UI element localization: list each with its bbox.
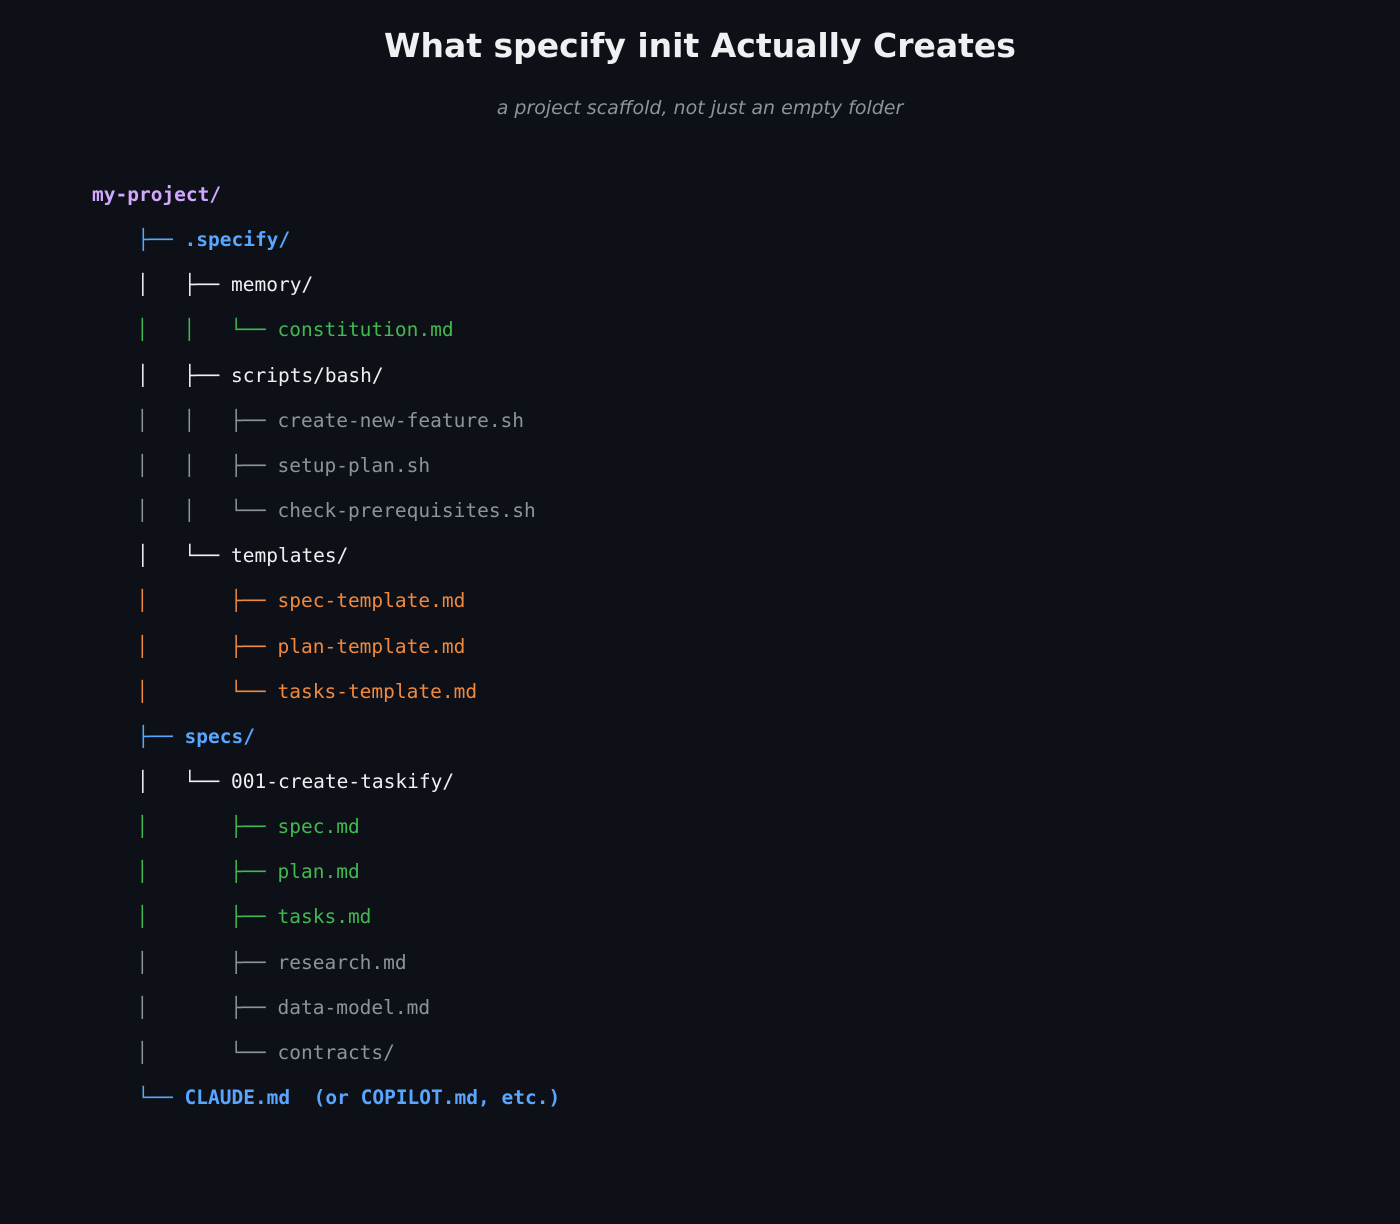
tree-connector: │ ├── bbox=[137, 363, 220, 387]
tree-row: │ └── tasks-template.md bbox=[0, 677, 1400, 707]
tree-file: tasks-template.md bbox=[277, 679, 478, 703]
tree-row: │ ├── tasks.md bbox=[0, 902, 1400, 932]
tree-row: │ │ └── check-prerequisites.sh bbox=[0, 496, 1400, 526]
tree-row: │ ├── plan.md bbox=[0, 857, 1400, 887]
tree-row: │ ├── spec-template.md bbox=[0, 586, 1400, 616]
tree-connector: │ └── bbox=[136, 1040, 266, 1064]
tree-row: ├── specs/ bbox=[0, 722, 1400, 752]
file-tree: my-project/ ├── .specify/ │ ├── memory/ │ │ └… bbox=[0, 0, 1400, 1224]
tree-connector: │ ├── bbox=[136, 860, 266, 884]
tree-connector: │ │ └── bbox=[136, 499, 266, 523]
tree-row: my-project/ bbox=[0, 180, 1400, 210]
tree-folder: templates/ bbox=[231, 544, 349, 568]
tree-connector: │ ├── bbox=[136, 634, 266, 658]
tree-connector: │ ├── bbox=[136, 950, 266, 974]
tree-connector: │ │ ├── bbox=[136, 408, 266, 432]
tree-connector: │ ├── bbox=[136, 815, 266, 839]
tree-file: setup-plan.sh bbox=[277, 453, 431, 477]
tree-file: research.md bbox=[277, 950, 407, 974]
tree-connector: │ │ └── bbox=[136, 318, 266, 342]
tree-folder: contracts/ bbox=[277, 1040, 395, 1064]
tree-connector: │ └── bbox=[137, 544, 220, 568]
tree-row: └── CLAUDE.md (or COPILOT.md, etc.) bbox=[0, 1083, 1400, 1113]
tree-file: create-new-feature.sh bbox=[277, 408, 525, 432]
tree-connector: │ ├── bbox=[136, 905, 266, 929]
tree-file: spec.md bbox=[277, 815, 360, 839]
tree-row: │ │ ├── setup-plan.sh bbox=[0, 451, 1400, 481]
tree-row: │ ├── data-model.md bbox=[0, 993, 1400, 1023]
tree-connector: ├── bbox=[137, 228, 173, 252]
tree-row: │ ├── scripts/bash/ bbox=[0, 361, 1400, 391]
tree-file: plan-template.md bbox=[277, 634, 466, 658]
tree-folder: memory/ bbox=[231, 273, 314, 297]
tree-row: │ ├── plan-template.md bbox=[0, 632, 1400, 662]
tree-folder: my-project/ bbox=[92, 183, 222, 206]
tree-file: CLAUDE.md (or COPILOT.md, etc.) bbox=[184, 1086, 561, 1109]
tree-file: spec-template.md bbox=[277, 589, 466, 613]
tree-row: │ │ └── constitution.md bbox=[0, 315, 1400, 345]
tree-file: data-model.md bbox=[277, 995, 431, 1019]
tree-row: │ ├── spec.md bbox=[0, 812, 1400, 842]
tree-file: constitution.md bbox=[277, 318, 454, 342]
tree-connector: │ │ ├── bbox=[136, 453, 266, 477]
tree-connector: │ ├── bbox=[136, 995, 266, 1019]
tree-folder: scripts/bash/ bbox=[231, 363, 384, 387]
tree-folder: specs/ bbox=[184, 724, 255, 748]
tree-file: tasks.md bbox=[277, 905, 372, 929]
tree-row: │ ├── research.md bbox=[0, 948, 1400, 978]
tree-file: plan.md bbox=[277, 860, 360, 884]
tree-row: │ │ ├── create-new-feature.sh bbox=[0, 406, 1400, 436]
tree-connector: │ ├── bbox=[137, 273, 220, 297]
tree-row: │ └── templates/ bbox=[0, 541, 1400, 571]
tree-connector: └── bbox=[137, 1086, 173, 1109]
tree-row: ├── .specify/ bbox=[0, 225, 1400, 255]
tree-connector: ├── bbox=[137, 724, 173, 748]
tree-folder: 001-create-taskify/ bbox=[231, 769, 455, 793]
tree-row: │ ├── memory/ bbox=[0, 270, 1400, 300]
tree-connector: │ ├── bbox=[136, 589, 266, 613]
tree-row: │ └── 001-create-taskify/ bbox=[0, 767, 1400, 797]
tree-file: check-prerequisites.sh bbox=[277, 499, 536, 523]
tree-row: │ └── contracts/ bbox=[0, 1038, 1400, 1068]
tree-connector: │ └── bbox=[137, 769, 220, 793]
tree-connector: │ └── bbox=[136, 679, 266, 703]
tree-folder: .specify/ bbox=[184, 228, 291, 252]
